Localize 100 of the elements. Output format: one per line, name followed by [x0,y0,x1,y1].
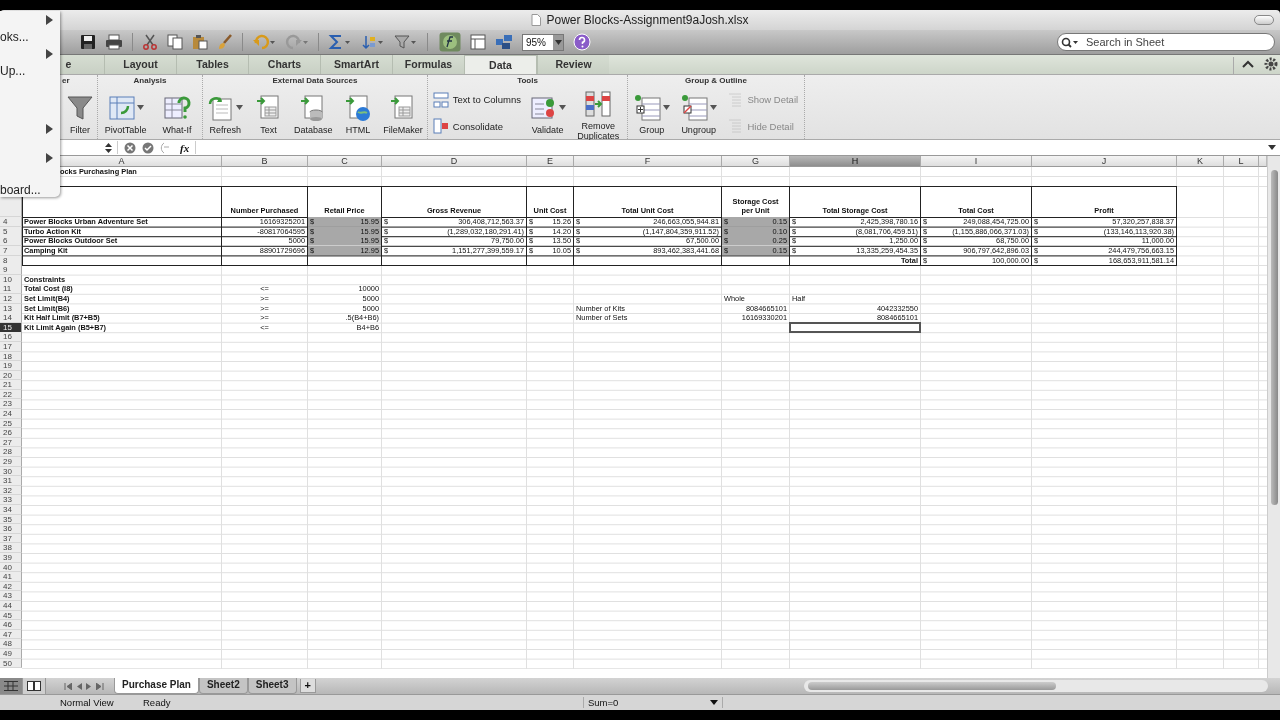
row-header[interactable]: 49 [0,648,22,659]
column-header[interactable]: K [1177,156,1224,167]
previous-sheet-icon[interactable] [76,682,82,690]
row-header[interactable]: 11 [0,284,22,295]
check-icon[interactable] [142,141,154,154]
gallery-icon[interactable] [470,34,486,50]
row-header[interactable]: 12 [0,293,22,304]
horizontal-scrollbar[interactable] [804,680,1268,692]
row-header[interactable]: 21 [0,380,22,390]
column-header[interactable]: G [722,156,790,167]
settings-icon[interactable] [1264,57,1278,71]
toolbox-icon[interactable] [495,34,513,50]
add-sheet-button[interactable]: + [299,679,316,693]
ribbon-tab[interactable]: Tables [176,55,248,74]
sheet-tab[interactable]: Sheet2 [198,678,248,694]
scissors-icon[interactable] [142,34,158,50]
ribbon-tab[interactable]: Formulas [392,55,464,74]
next-sheet-icon[interactable] [86,682,92,690]
ribbon-button[interactable]: Filter [62,91,98,135]
ribbon-button[interactable]: Consolidate [432,115,503,138]
vertical-scrollbar[interactable] [1267,156,1280,678]
menu-item[interactable]: oks... [0,28,60,45]
last-sheet-icon[interactable] [96,682,104,690]
row-header[interactable]: 36 [0,524,22,534]
ribbon-button[interactable]: Database [293,91,333,135]
brush-icon[interactable] [217,34,233,50]
ribbon-button[interactable]: PivotTable [104,91,147,135]
ribbon-button[interactable]: Validate [529,91,566,135]
selected-cell[interactable] [790,322,920,332]
ribbon-button[interactable]: FileMaker [383,91,423,135]
ribbon-button[interactable]: Text to Columns [432,88,521,111]
column-header[interactable]: F [574,156,722,167]
row-header[interactable]: 50 [0,658,22,669]
ribbon-button[interactable]: HTML [339,91,376,135]
sort-icon[interactable] [361,34,385,50]
column-header[interactable]: H [790,156,921,167]
cancel-icon[interactable] [124,141,136,154]
filter-icon[interactable] [394,34,418,50]
row-header[interactable]: 31 [0,476,22,486]
ribbon-button[interactable]: Group [633,91,670,135]
sheet-tab[interactable]: Purchase Plan [114,678,199,694]
row-header[interactable]: 19 [0,361,22,371]
caret-icon[interactable] [662,104,670,110]
row-header[interactable]: 17 [0,341,22,352]
caret-icon[interactable] [558,104,566,110]
column-header[interactable]: C [308,156,382,167]
printer-icon[interactable] [105,34,123,50]
row-header[interactable]: 39 [0,552,22,563]
save-icon[interactable] [80,34,96,50]
page-layout-button[interactable] [23,678,46,694]
row-header[interactable]: 26 [0,428,22,438]
row-header[interactable]: 6 [0,236,22,247]
row-header[interactable]: 43 [0,591,22,601]
row-header[interactable]: 38 [0,543,22,553]
row-header[interactable]: 41 [0,572,22,582]
ribbon-tab[interactable]: SmartArt [320,55,392,74]
caret-icon[interactable] [1268,145,1276,150]
ribbon-button[interactable]: Refresh [207,91,244,135]
ribbon-button[interactable]: Ungroup [680,91,717,135]
caret-icon[interactable] [136,104,144,110]
row-header[interactable]: 24 [0,409,22,419]
sum-icon[interactable] [328,34,352,50]
first-sheet-icon[interactable] [64,682,72,690]
ribbon-tab[interactable]: Review [537,55,609,74]
row-header[interactable]: 48 [0,639,22,649]
ribbon-tab[interactable]: Charts [248,55,320,74]
column-header[interactable]: J [1032,156,1177,167]
row-header[interactable]: 7 [0,245,22,256]
row-header[interactable]: 14 [0,313,22,324]
column-header[interactable]: E [527,156,574,167]
column-header[interactable]: D [382,156,527,167]
row-header[interactable]: 34 [0,505,22,515]
row-header[interactable]: 4 [0,217,22,228]
copy-icon[interactable] [167,34,183,50]
row-header[interactable]: 46 [0,620,22,630]
row-header[interactable]: 29 [0,457,22,467]
normal-view-button[interactable] [0,678,23,694]
column-header[interactable]: L [1224,156,1259,167]
ribbon-button[interactable]: Text [250,91,287,135]
search-field[interactable]: Search in Sheet [1057,33,1275,51]
column-header[interactable]: I [921,156,1032,167]
ribbon-button[interactable]: Remove Duplicates [574,88,623,141]
toolbar-toggle-button[interactable] [1254,15,1274,25]
function-label[interactable]: fx [180,141,190,154]
zoom-field[interactable]: 95% [522,33,564,51]
column-header[interactable]: B [222,156,308,167]
help-icon[interactable] [573,33,591,51]
caret-icon[interactable] [236,104,244,110]
search-icon[interactable] [1061,37,1079,48]
row-header[interactable]: 16 [0,332,22,342]
ribbon-tab[interactable]: Data [464,55,537,74]
row-header[interactable]: 9 [0,265,22,275]
ribbon-button[interactable]: What-If [159,91,196,135]
row-header[interactable]: 44 [0,600,22,611]
column-header[interactable] [1259,156,1267,167]
sheet-tab[interactable]: Sheet3 [247,678,297,694]
caret-icon[interactable] [709,104,717,110]
function-icon[interactable] [439,32,461,52]
menu-item[interactable]: board... [0,181,60,198]
sum-dropdown[interactable]: Sum=0 [583,697,723,708]
